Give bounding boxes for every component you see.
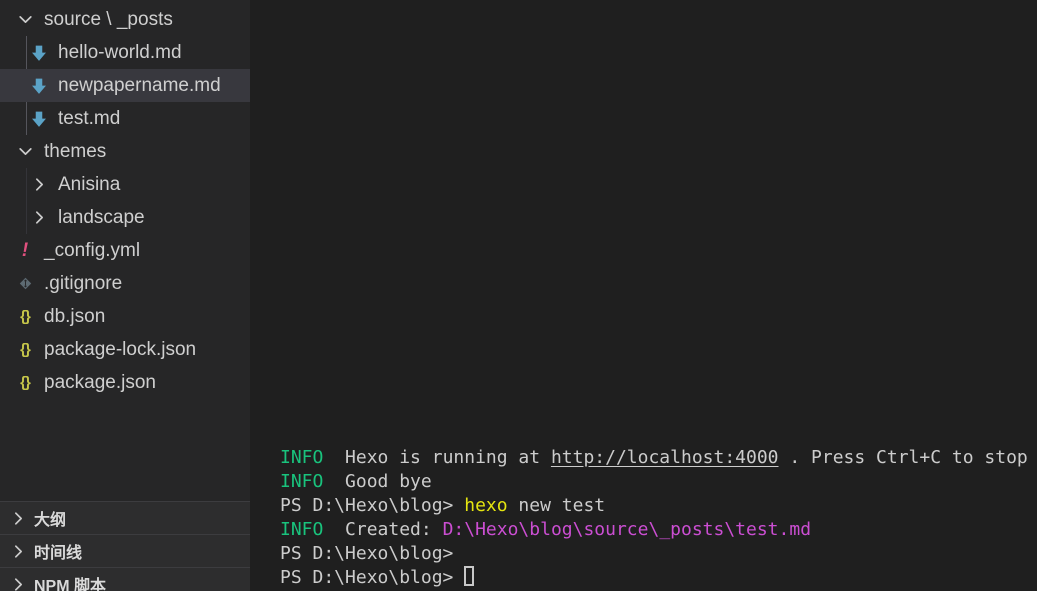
- tree-item-label: package-lock.json: [44, 338, 197, 360]
- vscode-window: source \ _posts hello-world.md newpapernam…: [0, 0, 1037, 591]
- terminal-line: PS D:\Hexo\blog>: [280, 566, 1037, 590]
- tree-folder-themes[interactable]: themes: [0, 135, 250, 168]
- json-icon: {}: [20, 341, 31, 358]
- tree-item-label: hello-world.md: [58, 41, 182, 63]
- editor-area: INFO Hexo is running at http://localhost…: [250, 0, 1037, 591]
- sidebar-section-outline[interactable]: 大纲: [0, 501, 250, 534]
- tree-folder-landscape[interactable]: landscape: [0, 201, 250, 234]
- terminal-line: INFO Hexo is running at http://localhost…: [280, 446, 1037, 470]
- chevron-right-icon: [8, 573, 28, 591]
- terminal-panel[interactable]: INFO Hexo is running at http://localhost…: [250, 446, 1037, 591]
- markdown-icon: [28, 108, 50, 130]
- markdown-icon: [28, 75, 50, 97]
- chevron-right-icon: [28, 207, 50, 229]
- yml-icon: !: [21, 240, 29, 261]
- tree-item-label: db.json: [44, 305, 106, 327]
- terminal-link[interactable]: http://localhost:4000: [551, 447, 779, 468]
- explorer-sidebar: source \ _posts hello-world.md newpapernam…: [0, 0, 250, 591]
- chevron-right-icon: [8, 507, 28, 529]
- tree-item-label: .gitignore: [44, 272, 123, 294]
- terminal-text: Good bye: [323, 471, 432, 492]
- terminal-text: INFO: [280, 447, 324, 468]
- tree-file-package-json[interactable]: {} package.json: [0, 366, 250, 399]
- json-icon: {}: [20, 308, 31, 325]
- terminal-text: new test: [507, 495, 606, 516]
- sidebar-section-npm-scripts[interactable]: NPM 脚本: [0, 567, 250, 591]
- tree-file-db-json[interactable]: {} db.json: [0, 300, 250, 333]
- tree-file-package-lock-json[interactable]: {} package-lock.json: [0, 333, 250, 366]
- tree-item-label: landscape: [58, 206, 145, 228]
- terminal-text: Created:: [323, 519, 443, 540]
- terminal-line: PS D:\Hexo\blog> hexo new test: [280, 494, 1037, 518]
- sidebar-sections: 大纲时间线 NPM 脚本: [0, 501, 250, 591]
- terminal-text: PS D:\Hexo\blog>: [280, 543, 454, 564]
- git-icon: [14, 273, 36, 295]
- tree-item-label: package.json: [44, 371, 156, 393]
- tree-item-label: themes: [44, 140, 107, 162]
- tree-item-label: _config.yml: [44, 239, 141, 261]
- terminal-line: INFO Good bye: [280, 470, 1037, 494]
- terminal-text: PS D:\Hexo\blog>: [280, 495, 465, 516]
- tree-item-label: test.md: [58, 107, 121, 129]
- tree-file-newpapername-md[interactable]: newpapername.md: [0, 69, 250, 102]
- terminal-text: D:\Hexo\blog\source\_posts\test.md: [442, 519, 812, 540]
- tree-item-label: newpapername.md: [58, 74, 221, 96]
- json-icon: {}: [20, 374, 31, 391]
- tree-file-hello-world-md[interactable]: hello-world.md: [0, 36, 250, 69]
- terminal-text: Hexo is running at: [323, 447, 551, 468]
- chevron-down-icon: [14, 9, 36, 31]
- terminal-line: PS D:\Hexo\blog>: [280, 542, 1037, 566]
- terminal-line: INFO Created: D:\Hexo\blog\source\_posts…: [280, 518, 1037, 542]
- chevron-right-icon: [28, 174, 50, 196]
- file-tree: source \ _posts hello-world.md newpapernam…: [0, 3, 250, 399]
- tree-folder-anisina[interactable]: Anisina: [0, 168, 250, 201]
- terminal-text: hexo: [464, 495, 508, 516]
- section-label: 大纲: [34, 512, 67, 529]
- markdown-icon: [28, 42, 50, 64]
- tree-file-test-md[interactable]: test.md: [0, 102, 250, 135]
- tree-folder-source-posts[interactable]: source \ _posts: [0, 3, 250, 36]
- tree-item-label: source \ _posts: [44, 8, 173, 30]
- terminal-text: . Press Ctrl+C to stop: [778, 447, 1028, 468]
- terminal-cursor[interactable]: [464, 566, 475, 586]
- tree-file-config-yml[interactable]: ! _config.yml: [0, 234, 250, 267]
- terminal-text: INFO: [280, 471, 324, 492]
- terminal-text: INFO: [280, 519, 324, 540]
- section-label: 时间线: [34, 545, 83, 562]
- tree-file-gitignore[interactable]: .gitignore: [0, 267, 250, 300]
- chevron-down-icon: [14, 141, 36, 163]
- sidebar-section-timeline[interactable]: 时间线: [0, 534, 250, 567]
- terminal-text: PS D:\Hexo\blog>: [280, 567, 465, 588]
- chevron-right-icon: [8, 540, 28, 562]
- tree-item-label: Anisina: [58, 173, 121, 195]
- section-label: NPM 脚本: [34, 578, 107, 591]
